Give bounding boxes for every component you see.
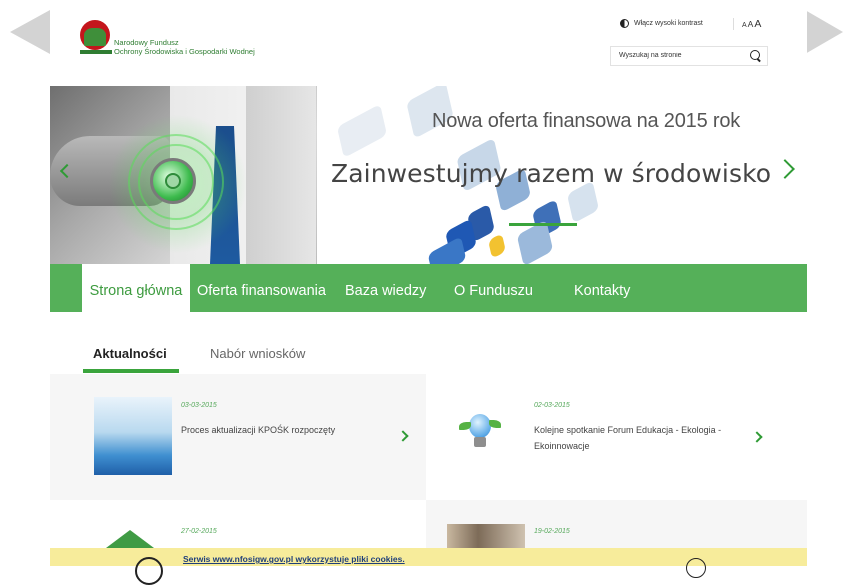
bulb-leaf [489, 420, 501, 428]
cookie-notice-link[interactable]: Serwis www.nfosigw.gov.pl wykorzystuje p… [183, 554, 405, 564]
font-size-medium-button[interactable]: A [748, 19, 754, 29]
hero-button-center [165, 173, 181, 189]
news-title: Proces aktualizacji KPOŚK rozpoczęty [181, 425, 336, 435]
cookie-icon [686, 558, 706, 578]
news-item[interactable]: 27-02-2015 [50, 500, 426, 548]
hero-button-image [150, 158, 196, 204]
font-size-controls: A A A [742, 18, 761, 30]
water-splash-image [94, 397, 172, 475]
next-page-arrow-icon[interactable] [805, 10, 843, 54]
logo-line-2-text: Ochrony Środowiska i Gospodarki Wodnej [114, 47, 255, 56]
header-divider [733, 18, 734, 30]
logo-bar-icon [80, 50, 112, 55]
news-date: 27-02-2015 [181, 528, 217, 535]
font-size-large-button[interactable]: A [754, 18, 761, 30]
main-navigation: Strona główna Oferta finansowania Baza w… [50, 264, 807, 312]
logo-line-2: Ochrony Środowiska i Gospodarki Wodnej [80, 47, 255, 56]
contrast-icon [620, 19, 629, 28]
search-input[interactable] [619, 52, 739, 59]
hero-banner: Nowa oferta finansowa na 2015 rok Zainwe… [50, 86, 807, 264]
news-title: Kolejne spotkanie Forum Edukacja - Ekolo… [534, 425, 722, 451]
hero-tile [336, 103, 388, 159]
cookie-banner: Serwis www.nfosigw.gov.pl wykorzystuje p… [50, 548, 807, 585]
people-photo-image [447, 524, 525, 548]
nav-item-financing-offer[interactable]: Oferta finansowania [197, 264, 326, 312]
previous-page-arrow-icon[interactable] [10, 10, 50, 54]
lightbulb-image [459, 410, 501, 458]
nav-item-knowledge-base[interactable]: Baza wiedzy [345, 264, 426, 312]
news-tabs: Aktualności Nabór wniosków [50, 340, 807, 375]
hero-slide-indicator[interactable] [509, 223, 577, 226]
green-house-image [106, 530, 154, 548]
tab-news[interactable]: Aktualności [83, 346, 179, 373]
cookie-info-icon [135, 557, 163, 585]
slider-next-chevron-icon[interactable] [775, 159, 795, 179]
hero-tile [516, 219, 554, 264]
news-item[interactable]: 03-03-2015 Proces aktualizacji KPOŚK roz… [50, 374, 426, 500]
nav-item-contacts[interactable]: Kontakty [574, 264, 630, 312]
font-size-small-button[interactable]: A [742, 22, 747, 29]
news-item[interactable]: 19-02-2015 [426, 500, 807, 548]
search-box [610, 46, 768, 66]
news-item[interactable]: 02-03-2015 Kolejne spotkanie Forum Eduka… [426, 374, 807, 500]
nav-item-about-fund[interactable]: O Funduszu [454, 264, 533, 312]
logo-line-1: Narodowy Fundusz [114, 38, 179, 47]
hero-tile [488, 233, 506, 259]
chevron-right-icon[interactable] [751, 431, 763, 443]
news-date: 19-02-2015 [534, 528, 570, 535]
news-date: 03-03-2015 [181, 402, 217, 409]
site-logo[interactable]: Narodowy Fundusz Ochrony Środowiska i Go… [80, 20, 255, 56]
search-icon[interactable] [750, 50, 760, 60]
chevron-right-icon[interactable] [397, 430, 409, 442]
news-date: 02-03-2015 [534, 402, 570, 409]
tab-applications[interactable]: Nabór wniosków [210, 346, 305, 361]
high-contrast-label: Włącz wysoki kontrast [634, 20, 703, 27]
high-contrast-toggle[interactable]: Włącz wysoki kontrast [620, 19, 703, 28]
hero-title: Zainwestujmy razem w środowisko [331, 159, 772, 188]
hero-panel [246, 86, 316, 264]
bulb-glass [469, 414, 491, 438]
hero-subtitle: Nowa oferta finansowa na 2015 rok [432, 110, 741, 132]
logo-emblem-icon [80, 20, 110, 50]
bulb-base [474, 437, 486, 447]
nav-item-home[interactable]: Strona główna [82, 264, 190, 312]
site-header: Narodowy Fundusz Ochrony Środowiska i Go… [50, 0, 807, 86]
